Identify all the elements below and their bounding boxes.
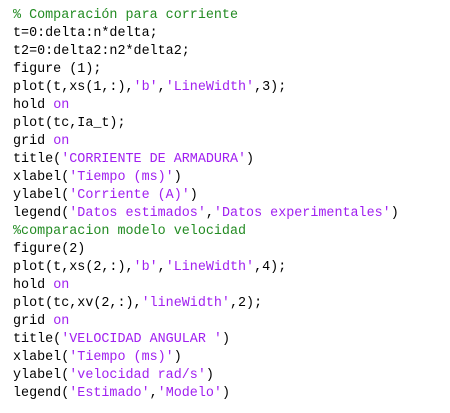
code-line[interactable]: plot(tc,xv(2,:),'lineWidth',2); bbox=[13, 295, 443, 313]
code-text: plot(tc,Ia_t); bbox=[13, 116, 126, 131]
code-text: ) bbox=[221, 386, 230, 401]
code-text: , bbox=[149, 386, 158, 401]
code-text: ) bbox=[173, 170, 182, 185]
code-string: 'Datos experimentales' bbox=[213, 206, 391, 221]
code-line[interactable]: hold on bbox=[13, 97, 443, 115]
code-text: xlabel( bbox=[13, 350, 70, 365]
code-string: 'LineWidth' bbox=[165, 80, 255, 95]
code-text: ) bbox=[205, 368, 214, 383]
code-text: , bbox=[157, 260, 166, 275]
code-text: legend( bbox=[13, 206, 70, 221]
code-text: , bbox=[157, 80, 166, 95]
code-line[interactable]: t=0:delta:n*delta; bbox=[13, 25, 443, 43]
code-text: plot(tc,xv(2,:), bbox=[13, 296, 142, 311]
code-text: ) bbox=[189, 188, 198, 203]
code-text: title( bbox=[13, 152, 62, 167]
code-text: legend( bbox=[13, 386, 70, 401]
code-line[interactable]: legend('Datos estimados','Datos experime… bbox=[13, 205, 443, 223]
code-line[interactable]: grid on bbox=[13, 313, 443, 331]
code-text: ,3); bbox=[254, 80, 287, 95]
code-line[interactable]: xlabel('Tiempo (ms)') bbox=[13, 349, 443, 367]
code-text: ylabel( bbox=[13, 188, 70, 203]
code-line[interactable]: ylabel('velocidad rad/s') bbox=[13, 367, 443, 385]
code-string: 'lineWidth' bbox=[141, 296, 230, 311]
code-comment: %comparacion modelo velocidad bbox=[13, 224, 247, 239]
code-line[interactable]: figure(2) bbox=[13, 241, 443, 259]
code-line[interactable]: plot(tc,Ia_t); bbox=[13, 115, 443, 133]
code-string: 'velocidad rad/s' bbox=[69, 368, 206, 383]
code-string: 'Tiempo (ms)' bbox=[69, 170, 174, 185]
code-line[interactable]: %comparacion modelo velocidad bbox=[13, 223, 443, 241]
code-line[interactable]: t2=0:delta2:n2*delta2; bbox=[13, 43, 443, 61]
code-text: ) bbox=[246, 152, 255, 167]
code-text: ,4); bbox=[254, 260, 287, 275]
code-line[interactable]: title('CORRIENTE DE ARMADURA') bbox=[13, 151, 443, 169]
code-line[interactable]: ylabel('Corriente (A)') bbox=[13, 187, 443, 205]
code-string: on bbox=[53, 98, 70, 113]
code-string: 'VELOCIDAD ANGULAR ' bbox=[61, 332, 222, 347]
code-line[interactable]: plot(t,xs(1,:),'b','LineWidth',3); bbox=[13, 79, 443, 97]
code-string: 'b' bbox=[133, 260, 158, 275]
code-text: plot(t,xs(2,:), bbox=[13, 260, 134, 275]
code-string: 'CORRIENTE DE ARMADURA' bbox=[61, 152, 247, 167]
code-text: grid bbox=[13, 314, 54, 329]
code-text: t2=0:delta2:n2*delta2; bbox=[13, 44, 190, 59]
code-text: figure(2) bbox=[13, 242, 86, 257]
code-string: 'LineWidth' bbox=[165, 260, 255, 275]
code-text: ,2); bbox=[229, 296, 263, 311]
code-text: plot(t,xs(1,:), bbox=[13, 80, 134, 95]
code-string: 'b' bbox=[133, 80, 158, 95]
code-editor[interactable]: % Comparación para corriente t=0:delta:n*… bbox=[13, 7, 443, 403]
code-string: 'Corriente (A)' bbox=[69, 188, 190, 203]
code-string: on bbox=[53, 314, 70, 329]
code-text: ) bbox=[221, 332, 230, 347]
code-line[interactable]: plot(t,xs(2,:),'b','LineWidth',4); bbox=[13, 259, 443, 277]
code-string: 'Estimado' bbox=[69, 386, 150, 401]
code-text: title( bbox=[13, 332, 62, 347]
code-text: figure (1); bbox=[13, 62, 102, 77]
code-text: , bbox=[205, 206, 214, 221]
code-line[interactable]: % Comparación para corriente bbox=[13, 7, 443, 25]
code-string: on bbox=[53, 278, 70, 293]
code-string: on bbox=[53, 134, 70, 149]
code-string: 'Modelo' bbox=[157, 386, 222, 401]
code-text: ) bbox=[173, 350, 182, 365]
code-text: grid bbox=[13, 134, 54, 149]
code-line[interactable]: hold on bbox=[13, 277, 443, 295]
code-line[interactable]: legend('Estimado','Modelo') bbox=[13, 385, 443, 403]
code-line[interactable]: xlabel('Tiempo (ms)') bbox=[13, 169, 443, 187]
code-line[interactable]: grid on bbox=[13, 133, 443, 151]
code-text: xlabel( bbox=[13, 170, 70, 185]
code-text: hold bbox=[13, 98, 54, 113]
code-line[interactable]: title('VELOCIDAD ANGULAR ') bbox=[13, 331, 443, 349]
code-text: ) bbox=[390, 206, 399, 221]
code-string: 'Tiempo (ms)' bbox=[69, 350, 174, 365]
code-text: t=0:delta:n*delta; bbox=[13, 26, 158, 41]
code-text: ylabel( bbox=[13, 368, 70, 383]
code-line[interactable]: figure (1); bbox=[13, 61, 443, 79]
code-comment: % Comparación para corriente bbox=[13, 8, 238, 23]
code-text: hold bbox=[13, 278, 54, 293]
code-string: 'Datos estimados' bbox=[69, 206, 206, 221]
